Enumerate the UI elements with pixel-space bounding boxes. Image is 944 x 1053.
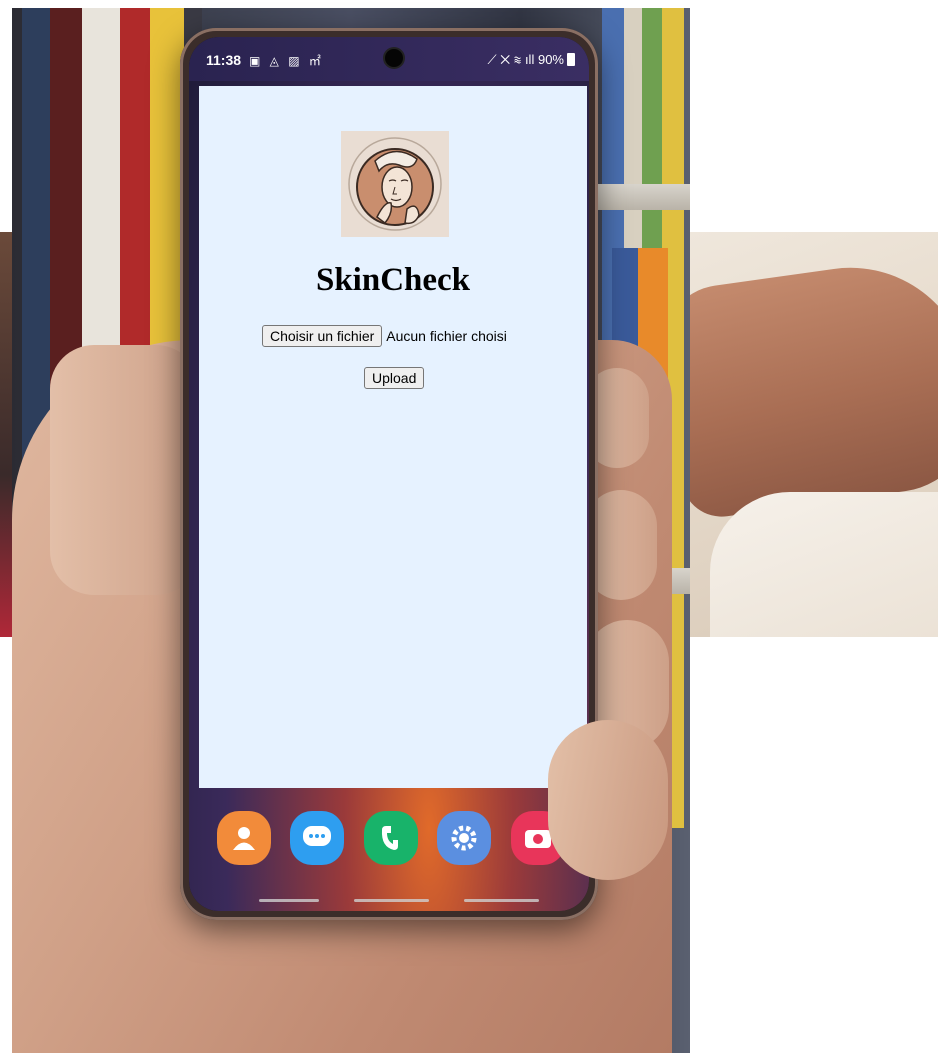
status-bar: 11:38 ▣ ◬ ▨ ㎡ ⟋ ✕ ≋ ıll 90% [189,37,589,81]
status-right: ⟋ ✕ ≋ ıll 90% [488,52,575,68]
phone-screen: 11:38 ▣ ◬ ▨ ㎡ ⟋ ✕ ≋ ıll 90% SkinCheck Ch… [189,37,589,911]
signal-icon: ⟋ ✕ ≋ ıll [487,52,535,67]
hand-thumb-base [50,345,200,595]
blanket [710,492,938,637]
status-time: 11:38 [206,52,242,68]
settings-icon[interactable] [437,811,491,865]
battery-level: 90% [537,52,564,67]
browser-viewport: SkinCheck Choisir un fichier Aucun fichi… [199,86,587,788]
file-input[interactable]: Choisir un fichier Aucun fichier choisi [262,325,507,347]
phone: 11:38 ▣ ◬ ▨ ㎡ ⟋ ✕ ≋ ıll 90% SkinCheck Ch… [180,28,598,920]
phone-icon[interactable] [364,811,418,865]
background-photo-left [0,232,12,637]
nav-recents[interactable] [259,899,319,902]
messages-icon[interactable] [290,811,344,865]
nav-home[interactable] [354,899,429,902]
aged-arm [690,252,938,522]
upload-form: Upload [364,367,425,389]
face-illustration-icon [341,131,449,237]
front-camera [385,49,403,67]
background-photo-aged-hand [690,232,938,637]
nav-back[interactable] [464,899,539,902]
page-title: SkinCheck [315,262,471,298]
battery-icon [567,53,575,66]
contacts-icon[interactable] [217,811,271,865]
file-status-text: Aucun fichier choisi [386,328,507,344]
choose-file-button[interactable]: Choisir un fichier [262,325,383,347]
upload-button[interactable]: Upload [364,367,425,389]
thumb [548,720,668,880]
notification-icons: ▣ ◬ ▨ ㎡ [249,54,324,68]
